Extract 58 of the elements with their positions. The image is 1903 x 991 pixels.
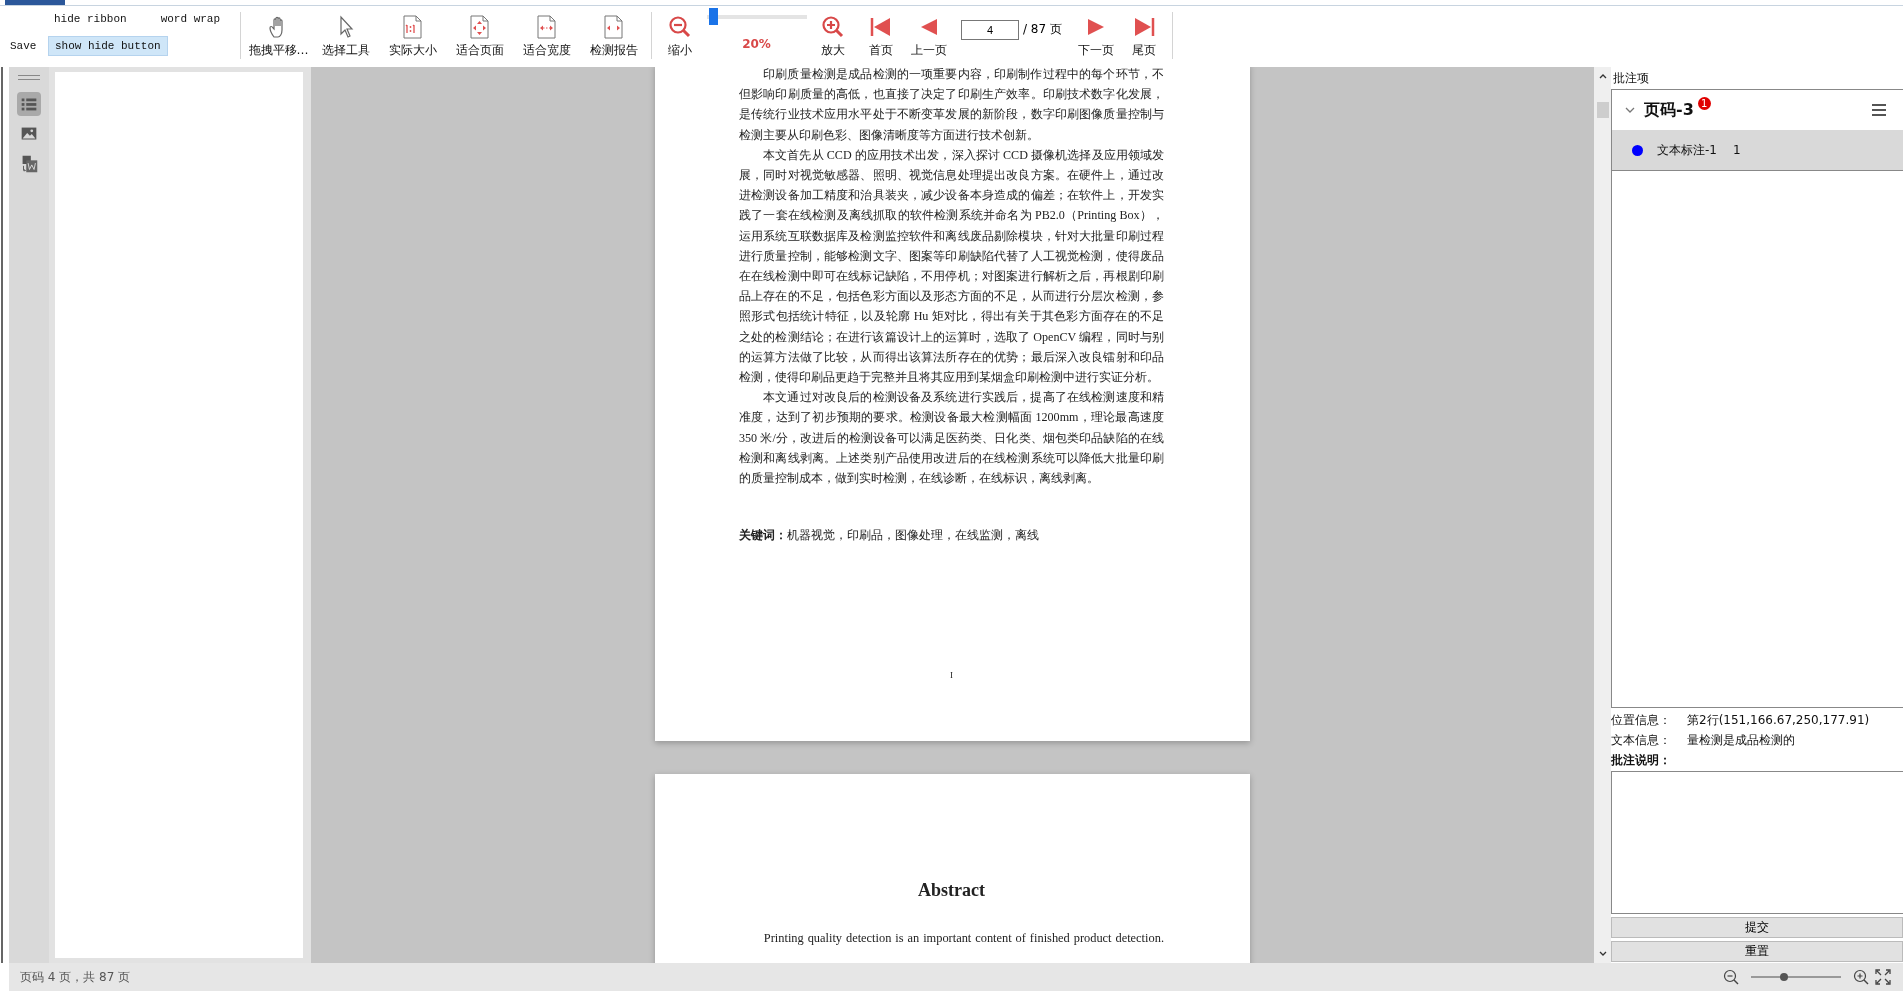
paragraph: Printing quality detection is an important content of finished product detection.	[762, 930, 1164, 947]
sidebar-tab[interactable]	[17, 92, 41, 116]
page-number: I	[949, 670, 954, 681]
zoom-out-button[interactable]: 缩小	[656, 6, 704, 67]
scrollbar[interactable]	[1594, 67, 1611, 963]
previous-button[interactable]: 上一页	[905, 6, 953, 67]
panel-button[interactable]: 重置	[1611, 941, 1903, 962]
ribbon-option[interactable]: hide ribbon	[54, 13, 127, 26]
scroll-down-icon[interactable]	[1597, 950, 1608, 958]
actual-size-button[interactable]: 实际大小	[379, 6, 446, 67]
detail-value: 量检测是成品检测的	[1687, 732, 1795, 749]
hand-button[interactable]: 拖拽平移…	[245, 6, 312, 67]
panel-button[interactable]: 提交	[1611, 917, 1903, 938]
item-label: 文本标注-1	[1657, 141, 1717, 159]
fit-page-button[interactable]: 适合页面	[446, 6, 513, 67]
cursor-button[interactable]: 选择工具	[312, 6, 379, 67]
panel-title: 批注项	[1612, 70, 1650, 87]
zoom-out-icon[interactable]	[1723, 969, 1739, 985]
report-icon	[601, 14, 626, 39]
zoom-in-button[interactable]: 放大	[809, 6, 857, 67]
count-badge: 1	[1697, 96, 1711, 110]
next-button[interactable]: 下一页	[1071, 6, 1120, 67]
paragraph: 本文首先从 CCD 的应用技术出发，深入探讨 CCD 摄像机选择及应用领域发展，同时对视觉敏感器、照明、视觉信息处理提出改良方案。在硬件上，通过改进检测设备加工精度和治具装夹，减少设备本身造成的偏差；在软件上，开发实践了一套在线检测及离线抓取的软件检测系统并命名为 PB2.0（Printing Box），运用系统互联数据库及检测监控软件和离线废品剔除模块，针对大批量印刷过程进行质量控制，能够检测文字、图案等印刷缺陷代替了人工视觉检测，使得废品在在线检测中即可在线标记缺陷，不用停机；对图案进行解析之后，再根剧印刷品上存在的不足，包括色彩方面以及形态方面的不足，从而进行分层次检测，参照形式包括统计特征，以及轮廓 Hu 矩对比，得出有关于其色彩方面存在的不足之处的检测结论；在进行该篇设计上的运算时，选取了 OpenCV 编程，同时与别的运算方法做了比较，从而得出该算法所存在的优势；最后深入改良镭射和印品检测，使得印刷品更趋于完整并且将其应用到某烟盒印刷检测中进行实证分析。	[739, 146, 1164, 387]
actual-size-icon	[400, 14, 425, 39]
page-status: 页码 4 页，共 87 页	[20, 968, 131, 986]
ribbon-option[interactable]: word wrap	[160, 13, 221, 26]
zoom-in-icon	[821, 14, 845, 39]
fit-width-button[interactable]: 适合宽度	[513, 6, 580, 67]
fit-page-icon	[467, 14, 492, 39]
keywords: 关键词：机器视觉，印刷品，图像处理，在线监测，离线	[739, 527, 1040, 545]
page-heading: Abstract	[917, 879, 986, 902]
detail-label: 文本信息：	[1611, 732, 1672, 749]
menu-icon[interactable]	[1871, 103, 1887, 117]
scroll-up-icon[interactable]	[1597, 72, 1608, 80]
page-total: / 87 页	[1023, 21, 1062, 38]
page-number-field[interactable]: 4	[961, 19, 1019, 40]
paragraph: 本文通过对改良后的检测设备及系统进行实践后，提高了在线检测速度和精准度，达到了初步预期的要求。检测设备最大检测幅面 1200mm，理论最高速度 350 米/分，改进后的检测设备可以满足医药类、日化类、烟包类印品缺陷的在线检测和离线剥离。上述类别产品使用改进后的在线检测系统可以降低大批量印刷的质量控制成本，做到实时检测，在线诊断，在线标识，离线剥离。	[739, 389, 1164, 488]
note-label: 批注说明：	[1611, 752, 1672, 769]
last-page-button[interactable]: 尾页	[1119, 6, 1168, 67]
zoom-out-icon	[668, 14, 692, 39]
fit-width-icon	[534, 14, 559, 39]
fullscreen-icon[interactable]	[1875, 969, 1891, 985]
group-title[interactable]: 页码-3	[1644, 99, 1694, 121]
save-command[interactable]: Save	[10, 39, 48, 52]
report-button[interactable]: 检测报告	[580, 6, 647, 67]
slider-thumb[interactable]	[1779, 973, 1788, 981]
item-count: 1	[1732, 143, 1741, 157]
first-page-button[interactable]: 首页	[857, 6, 905, 67]
slider-thumb[interactable]	[709, 8, 719, 25]
detail-label: 位置信息：	[1611, 712, 1672, 729]
scroll-thumb[interactable]	[1596, 102, 1609, 118]
detail-value: 第2行(151,166.67,250,177.91)	[1687, 712, 1870, 729]
zoom-percent: 20%	[742, 37, 771, 51]
paragraph: 印刷质量检测是成品检测的一项重要内容，印刷制作过程中的每个环节，不但影响印刷质量的高低，也直接了决定了印刷生产效率。印刷技术数字化发展，是传统行业技术应用水平处于不断变革发展的新阶段，数字印刷图像质量控制与检测主要从印刷色彩、图像清晰度等方面进行技术创新。	[739, 67, 1164, 144]
show-hide-button[interactable]: show hide button	[48, 35, 168, 56]
annotation-item[interactable]: 文本标注-1 1	[1612, 130, 1903, 171]
note-field[interactable]	[1611, 771, 1903, 914]
zoom-in-icon[interactable]	[1853, 969, 1869, 985]
